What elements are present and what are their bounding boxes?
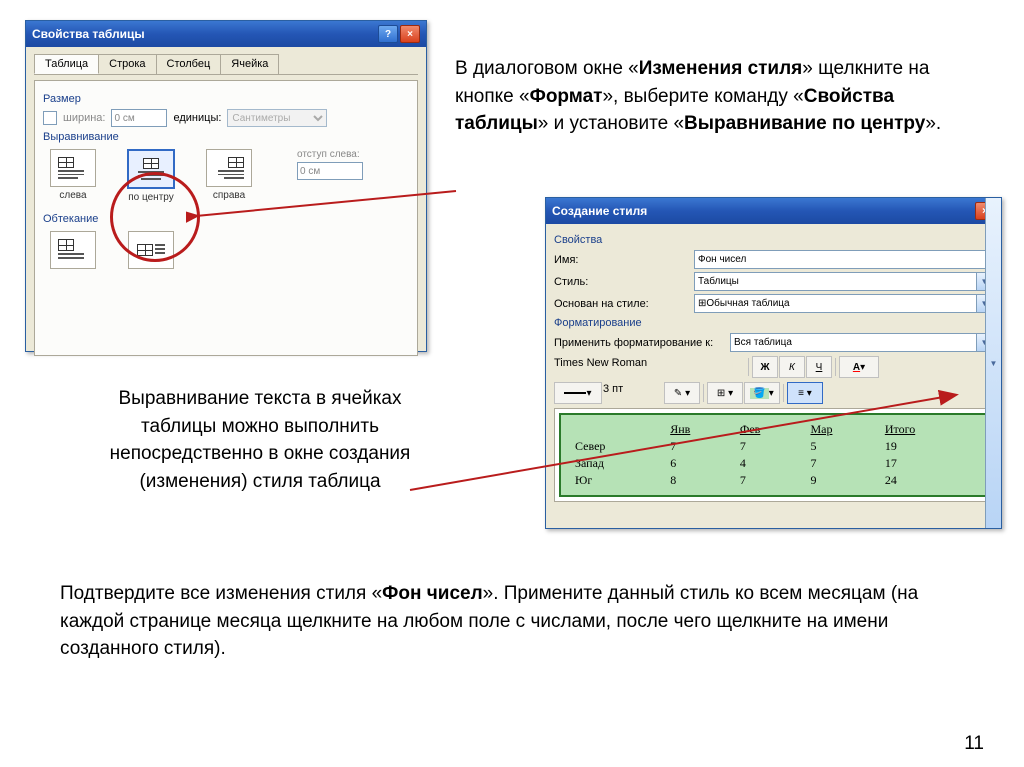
indent-input[interactable]: [297, 162, 363, 180]
underline-button[interactable]: Ч: [806, 356, 832, 378]
style-label: Стиль:: [554, 276, 694, 288]
font-select[interactable]: Times New Roman▼: [554, 357, 704, 377]
formatting-toolbar-2: ▾ 3 пт▼ ✎ ▾ ⊞ ▾ 🪣 ▾ ≡ ▾: [554, 382, 993, 404]
tab-column[interactable]: Столбец: [156, 54, 222, 74]
help-icon[interactable]: ?: [378, 25, 398, 43]
border-color-button[interactable]: ✎ ▾: [664, 382, 700, 404]
borders-button[interactable]: ⊞ ▾: [707, 382, 743, 404]
width-checkbox[interactable]: [43, 111, 57, 125]
name-input[interactable]: Фон чисел: [694, 250, 993, 269]
chevron-down-icon: ▼: [985, 198, 1001, 528]
dialog-title: Создание стиля: [552, 204, 647, 218]
size-select[interactable]: ▼: [705, 357, 745, 377]
table-properties-dialog: Свойства таблицы ? × Таблица Строка Стол…: [25, 20, 427, 352]
align-center-option[interactable]: по центру: [121, 149, 181, 203]
tabs: Таблица Строка Столбец Ячейка: [34, 54, 418, 75]
apply-to-label: Применить форматирование к:: [554, 337, 730, 349]
units-select[interactable]: Сантиметры: [227, 109, 327, 127]
titlebar: Создание стиля ×: [546, 198, 1001, 224]
font-color-button[interactable]: A ▾: [839, 356, 879, 378]
props-group-label: Свойства: [554, 234, 993, 246]
table-icon: [58, 239, 74, 251]
align-right-option[interactable]: справа: [199, 149, 259, 201]
formatting-toolbar-1: Times New Roman▼ ▼ Ж К Ч A ▾: [554, 356, 993, 378]
apply-to-select[interactable]: Вся таблица▼: [730, 333, 993, 352]
border-style-select[interactable]: ▾: [554, 382, 602, 404]
style-select[interactable]: Таблицы▼: [694, 272, 993, 291]
width-label: ширина:: [63, 112, 105, 124]
bold-button[interactable]: Ж: [752, 356, 778, 378]
titlebar: Свойства таблицы ? ×: [26, 21, 426, 47]
tab-row[interactable]: Строка: [98, 54, 156, 74]
dialog-title: Свойства таблицы: [32, 27, 145, 41]
align-group-label: Выравнивание: [43, 131, 409, 143]
italic-button[interactable]: К: [779, 356, 805, 378]
format-group-label: Форматирование: [554, 317, 993, 329]
preview-table: Янв Фев Мар Итого Север77519 Запад64717 …: [571, 421, 976, 489]
based-on-select[interactable]: ⊞ Обычная таблица▼: [694, 294, 993, 313]
table-icon: [137, 244, 153, 256]
size-group-label: Размер: [43, 93, 409, 105]
based-on-label: Основан на стиле:: [554, 298, 694, 310]
close-icon[interactable]: ×: [400, 25, 420, 43]
units-label: единицы:: [173, 112, 221, 124]
wrap-none-option[interactable]: [43, 231, 103, 269]
table-icon: [143, 158, 159, 169]
align-left-option[interactable]: слева: [43, 149, 103, 201]
border-width-select[interactable]: 3 пт▼: [603, 383, 663, 403]
indent-label: отступ слева:: [297, 149, 363, 160]
tab-cell[interactable]: Ячейка: [220, 54, 279, 74]
preview-pane: Янв Фев Мар Итого Север77519 Запад64717 …: [554, 408, 993, 502]
fill-color-button[interactable]: 🪣 ▾: [744, 382, 780, 404]
width-input[interactable]: [111, 109, 167, 127]
wrap-around-option[interactable]: [121, 231, 181, 269]
table-icon: [228, 157, 244, 168]
instruction-text-1: В диалоговом окне «Изменения стиля» щелк…: [455, 55, 985, 138]
name-label: Имя:: [554, 254, 694, 266]
cell-align-button[interactable]: ≡ ▾: [787, 382, 823, 404]
instruction-text-2: Выравнивание текста в ячейках таблицы мо…: [90, 385, 430, 495]
page-number: 11: [964, 733, 984, 755]
table-icon: [58, 157, 74, 168]
tab-table[interactable]: Таблица: [34, 54, 99, 74]
wrap-group-label: Обтекание: [43, 213, 409, 225]
instruction-text-3: Подтвердите все изменения стиля «Фон чис…: [60, 580, 940, 663]
create-style-dialog: Создание стиля × Свойства Имя: Фон чисел…: [545, 197, 1002, 529]
